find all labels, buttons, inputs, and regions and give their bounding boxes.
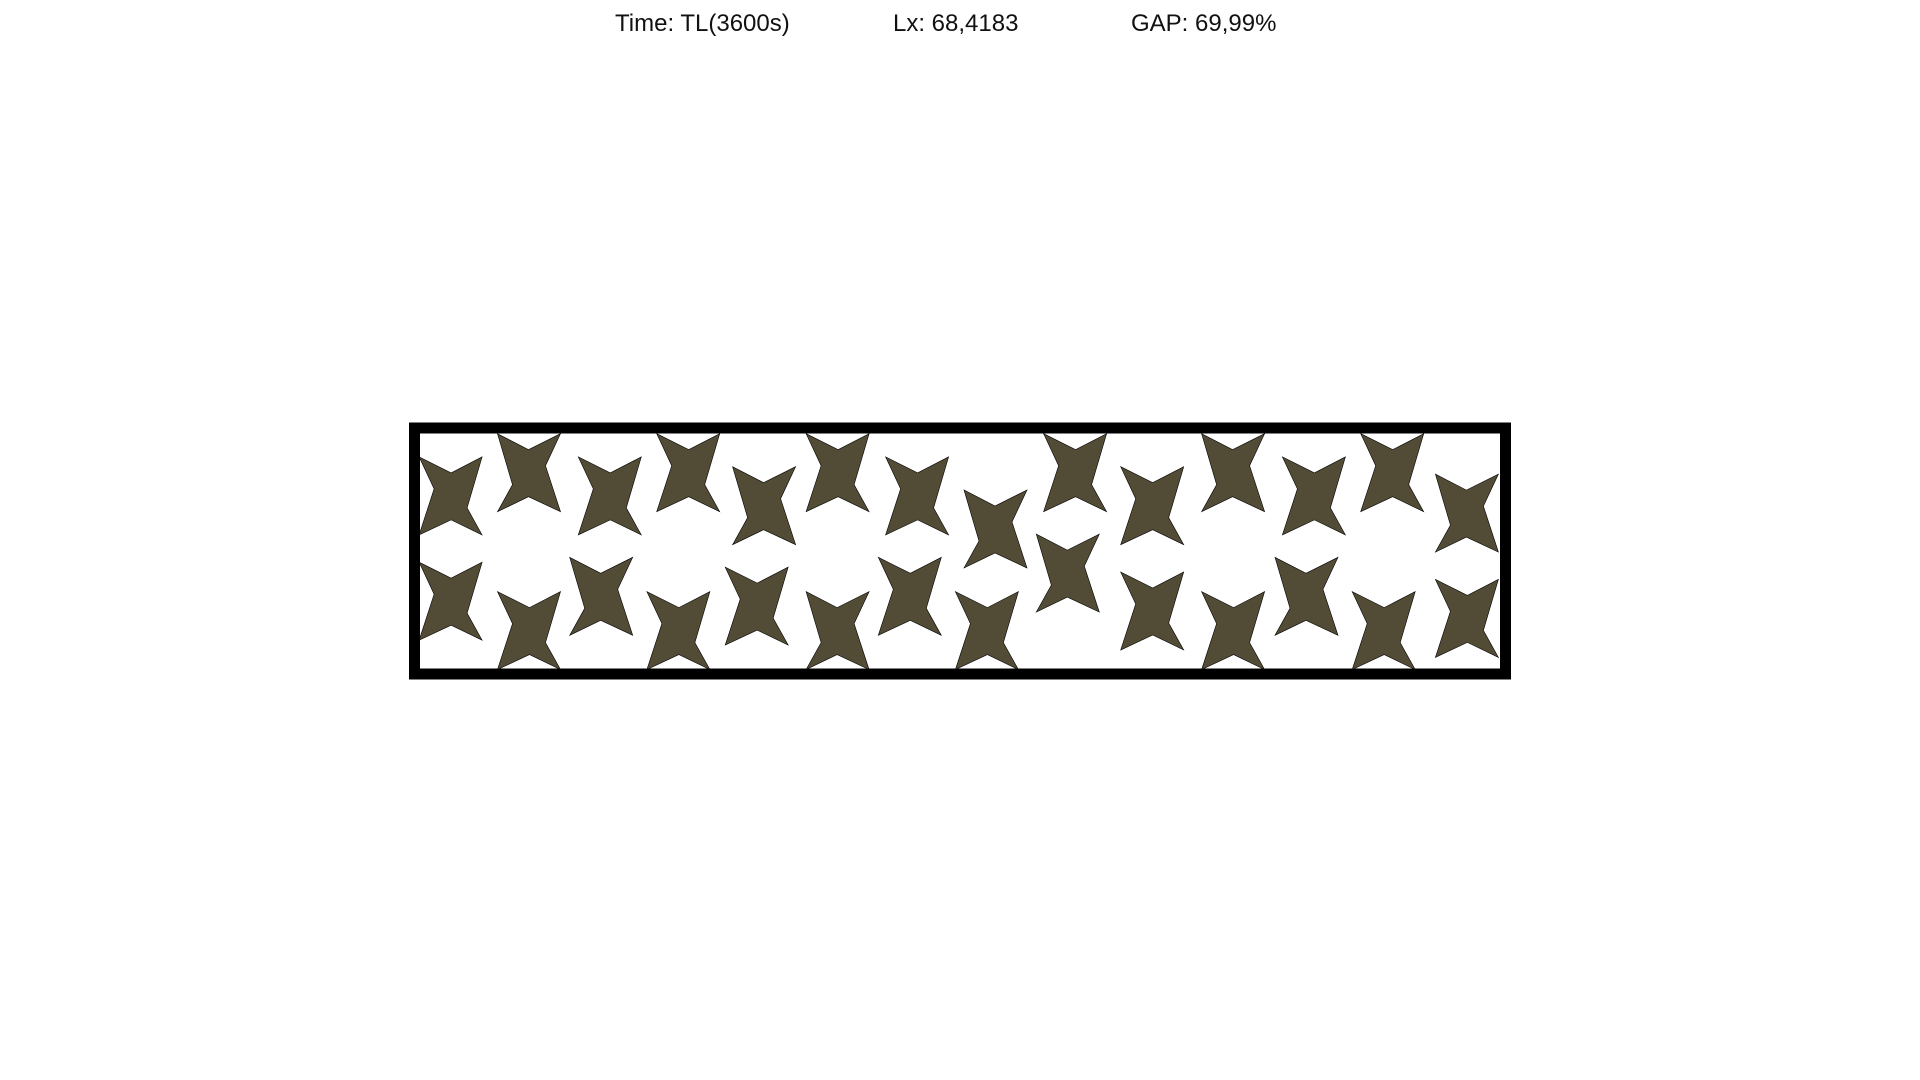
star-piece [1434, 473, 1500, 553]
star-piece [418, 456, 483, 536]
star-piece [805, 433, 870, 513]
star-piece [1042, 433, 1108, 513]
star-piece [877, 556, 943, 636]
star-piece [724, 566, 789, 646]
star-piece [731, 466, 797, 546]
star-piece [1120, 571, 1185, 651]
star-piece [805, 590, 870, 671]
star-piece [418, 561, 483, 641]
star-piece [963, 489, 1028, 569]
star-piece [496, 433, 562, 513]
star-piece [1351, 590, 1416, 671]
star-piece [1360, 433, 1425, 513]
star-piece [954, 590, 1020, 671]
star-piece [1200, 590, 1266, 671]
star-piece [568, 556, 634, 636]
star-piece [1434, 578, 1500, 659]
star-piece [656, 433, 721, 513]
star-piece [1274, 556, 1339, 636]
star-piece [577, 456, 643, 536]
star-piece [1120, 466, 1185, 546]
star-pieces [418, 433, 1500, 671]
star-piece [884, 456, 950, 536]
star-piece [1035, 533, 1100, 613]
star-piece [646, 590, 711, 671]
star-piece [1281, 456, 1347, 536]
star-piece [496, 590, 562, 671]
star-piece [1200, 433, 1266, 513]
packing-board [409, 422, 1511, 680]
